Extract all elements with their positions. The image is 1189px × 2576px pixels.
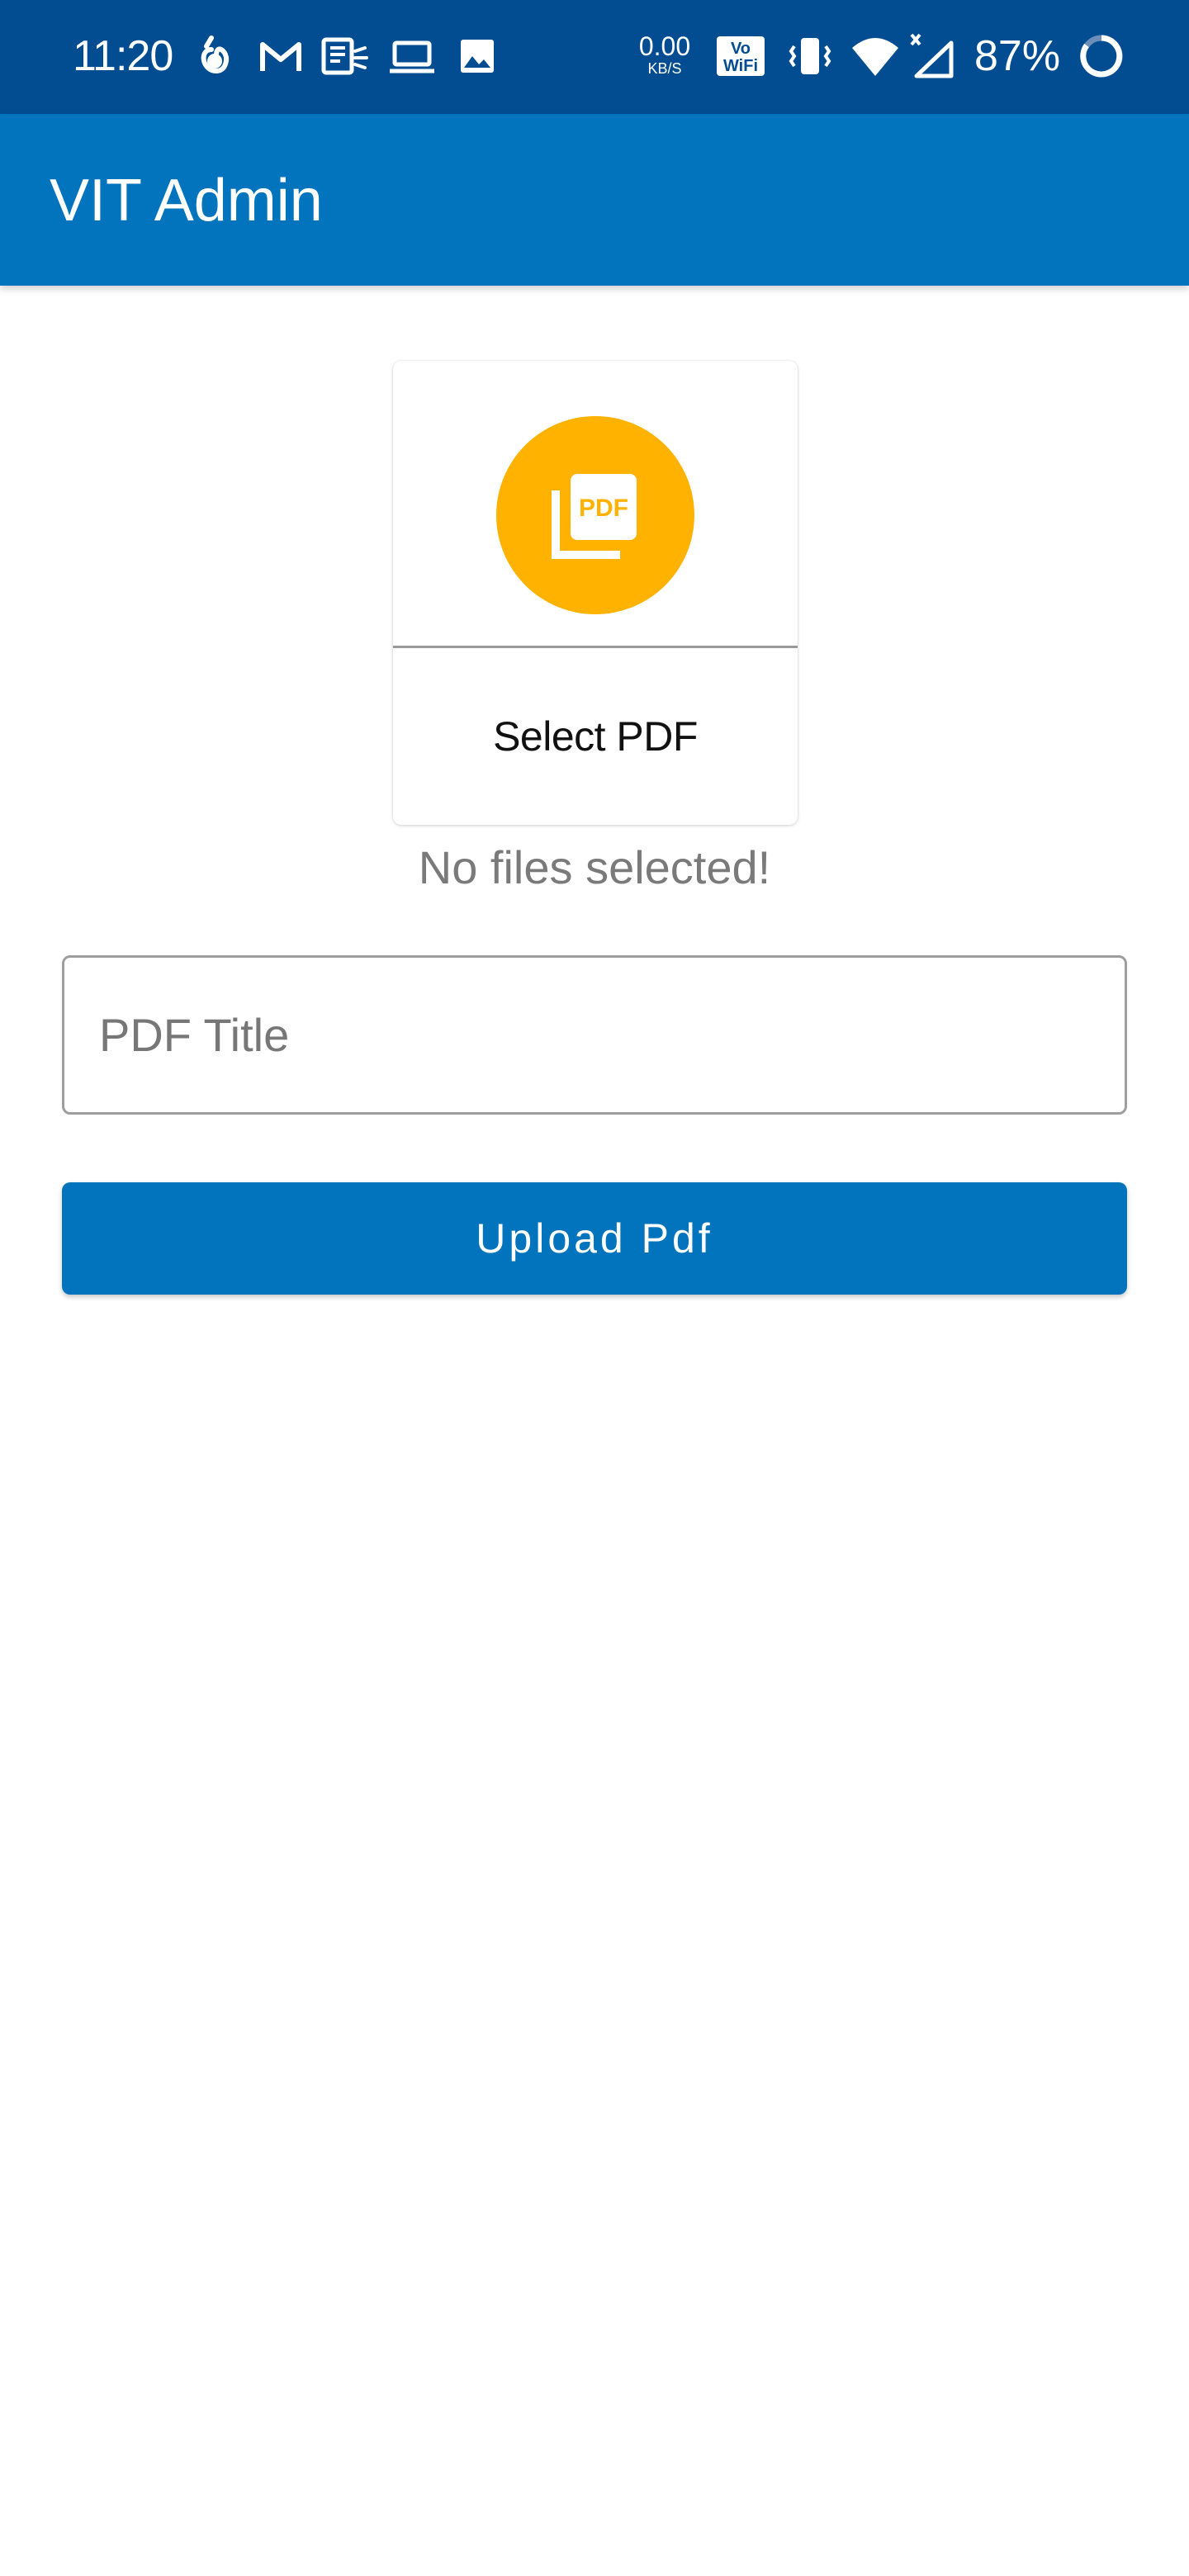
select-pdf-label: Select PDF xyxy=(493,713,698,760)
hand-ok-icon xyxy=(201,36,230,73)
battery-ring-icon xyxy=(1080,35,1123,78)
status-time: 11:20 xyxy=(73,32,173,80)
app-bar: VIT Admin xyxy=(0,114,1189,286)
pdf-file-icon: PDF xyxy=(552,474,637,559)
laptop-icon xyxy=(390,40,434,73)
vowifi-icon: Vo WiFi xyxy=(717,36,765,76)
network-speed-unit: KB/S xyxy=(647,60,682,77)
app-title: VIT Admin xyxy=(50,168,323,234)
news-icon xyxy=(321,37,368,75)
pdf-title-input[interactable] xyxy=(62,955,1127,1115)
battery-percent: 87% xyxy=(974,32,1061,80)
file-status-text: No files selected! xyxy=(418,841,771,893)
svg-text:WiFi: WiFi xyxy=(723,57,758,75)
svg-text:Vo: Vo xyxy=(731,40,751,58)
pdf-card-image-area: PDF xyxy=(393,361,798,648)
network-speed-value: 0.00 xyxy=(638,31,691,61)
vibrate-icon xyxy=(789,38,831,74)
network-speed: 0.00 KB/S xyxy=(637,33,692,76)
pdf-badge: PDF xyxy=(496,416,694,614)
signal-icon xyxy=(910,33,954,78)
status-bar: 11:20 0.00 KB/S Vo WiFi 87% xyxy=(0,0,1189,114)
wifi-icon xyxy=(852,38,898,76)
image-icon xyxy=(461,40,494,73)
select-pdf-card[interactable]: PDF Select PDF xyxy=(393,361,798,825)
gmail-icon xyxy=(260,42,301,71)
pdf-badge-text: PDF xyxy=(579,495,628,522)
upload-pdf-button[interactable]: Upload Pdf xyxy=(62,1182,1127,1295)
